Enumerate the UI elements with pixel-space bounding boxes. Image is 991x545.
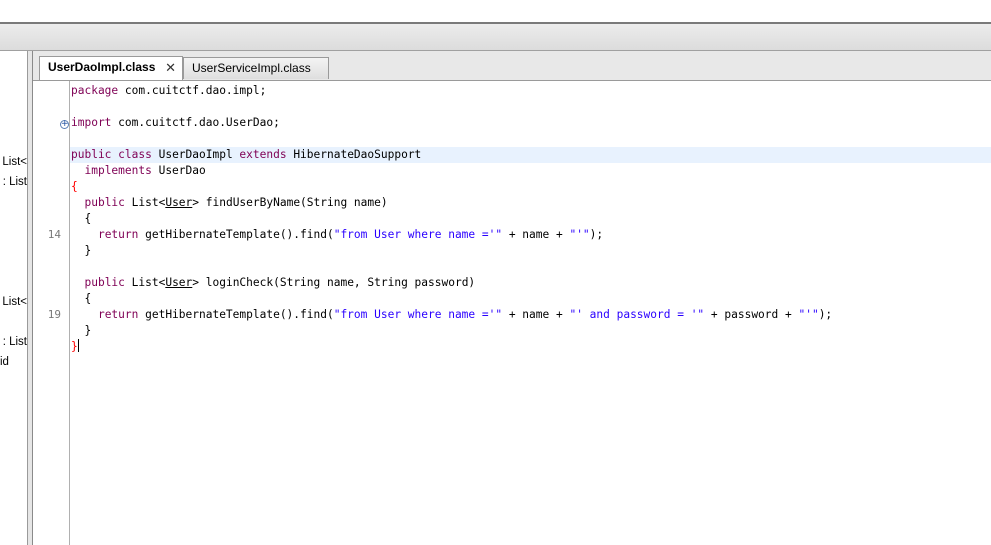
code-line: import com.cuitctf.dao.UserDao; (71, 116, 280, 129)
code-line: package com.cuitctf.dao.impl; (71, 84, 267, 97)
code-line: return getHibernateTemplate().find("from… (97, 308, 833, 321)
toolbar (0, 24, 991, 51)
line-number-gutter: 14 19 (33, 81, 70, 545)
line-number: 19 (47, 308, 61, 321)
code-line: { (71, 180, 78, 193)
tab-userserviceimpl[interactable]: UserServiceImpl.class (183, 57, 329, 79)
code-line: public class UserDaoImpl extends Hiberna… (71, 148, 422, 161)
outline-fragment[interactable]: List< (2, 156, 27, 168)
code-line: public List<User> findUserByName(String … (84, 196, 388, 209)
code-area[interactable]: 14 19 + package com.cuitctf.dao.impl; im… (33, 81, 991, 545)
code-line: { (84, 292, 92, 305)
close-icon[interactable]: ✕ (165, 57, 176, 78)
code-line: implements UserDao (84, 164, 206, 177)
outline-fragment[interactable]: : List (3, 336, 27, 348)
code-line: return getHibernateTemplate().find("from… (97, 228, 604, 241)
text-caret (77, 339, 79, 352)
window-title-bar (0, 0, 991, 24)
outline-panel: List< : List List< : List id (0, 51, 28, 545)
code-line: } (71, 339, 79, 353)
code-line: public List<User> loginCheck(String name… (84, 276, 476, 289)
code-line: } (84, 244, 92, 257)
editor-tab-bar: UserDaoImpl.class ✕ UserServiceImpl.clas… (33, 51, 991, 81)
code-editor: UserDaoImpl.class ✕ UserServiceImpl.clas… (32, 51, 991, 545)
code-line: { (84, 212, 92, 225)
outline-fragment[interactable]: : List (3, 176, 27, 188)
line-number: 14 (47, 228, 61, 241)
outline-fragment[interactable]: List< (2, 296, 27, 308)
tab-label: UserDaoImpl.class (48, 60, 156, 74)
fold-expand-icon[interactable]: + (60, 120, 69, 129)
outline-fragment[interactable]: id (0, 356, 9, 368)
tab-userdaoimpl[interactable]: UserDaoImpl.class ✕ (39, 56, 183, 80)
code-line: } (84, 324, 92, 337)
tab-label: UserServiceImpl.class (192, 61, 311, 75)
